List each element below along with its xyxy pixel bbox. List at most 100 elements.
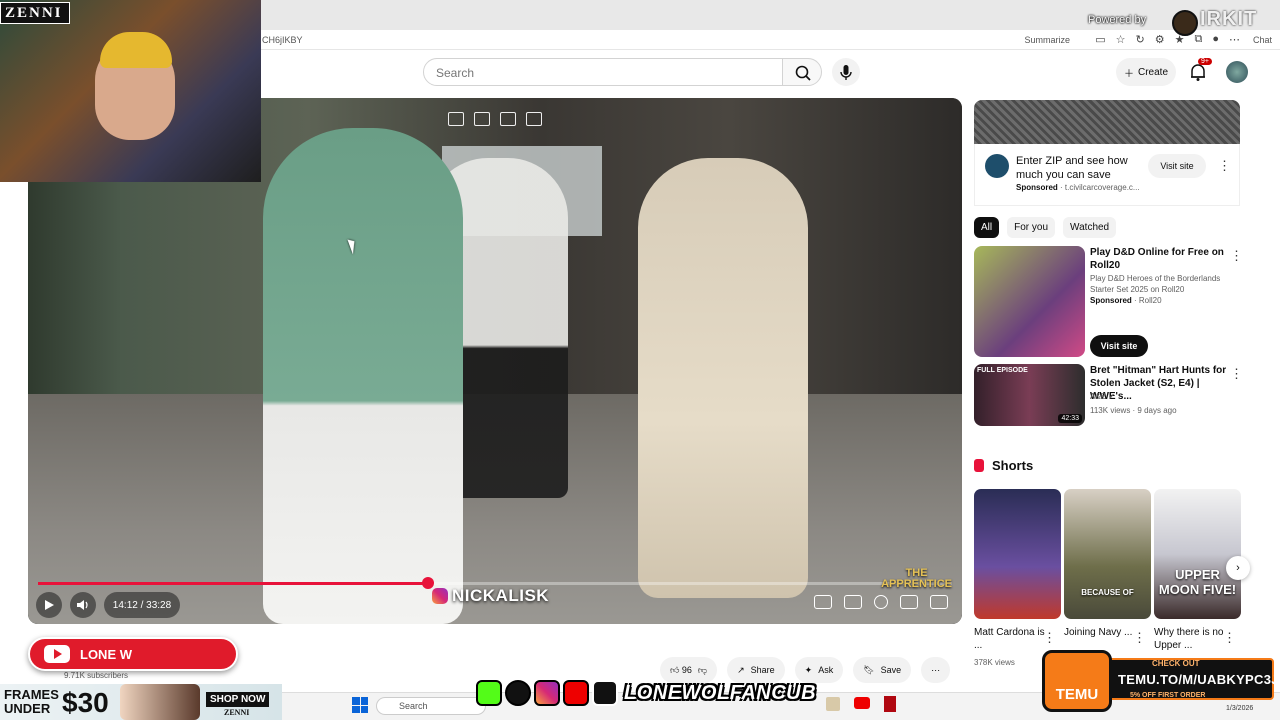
progress-fill bbox=[38, 582, 428, 585]
store-icon[interactable] bbox=[826, 697, 840, 711]
video-menu-icon[interactable]: ⋮ bbox=[1230, 248, 1243, 264]
profile-icon[interactable]: ● bbox=[1212, 33, 1219, 46]
miniplayer-icon[interactable] bbox=[448, 112, 464, 126]
translate-icon[interactable] bbox=[526, 112, 542, 126]
address-bar[interactable]: CH6jIKBY Summarize ▭ ☆ ↻ ⚙ ★ ⧉ ● ⋯ Chat bbox=[260, 30, 1280, 50]
short-thumbnail[interactable]: BECAUSE OF bbox=[1064, 489, 1151, 619]
search-icon bbox=[795, 65, 811, 81]
windows-start-icon[interactable] bbox=[352, 697, 368, 713]
ad-sponsored-label: Sponsored bbox=[1016, 183, 1058, 192]
chip-all[interactable]: All bbox=[974, 217, 1000, 238]
video-thumbnail[interactable] bbox=[974, 246, 1085, 357]
extensions-icon[interactable]: ⚙ bbox=[1155, 33, 1165, 46]
reader-icon[interactable]: ▭ bbox=[1095, 33, 1105, 46]
channel-name[interactable]: A&E ✔ bbox=[1090, 392, 1115, 401]
video-title[interactable]: Play D&D Online for Free on Roll20 bbox=[1090, 246, 1230, 272]
more-icon[interactable]: ⋯ bbox=[1229, 33, 1240, 46]
short-title[interactable]: Why there is no Upper ... bbox=[1154, 626, 1234, 652]
search-input[interactable]: Search bbox=[423, 58, 783, 86]
temu-checkout-label: CHECK OUT bbox=[1152, 659, 1200, 668]
notifications-button[interactable]: 9+ bbox=[1186, 58, 1212, 84]
short-menu-icon[interactable]: ⋮ bbox=[1133, 630, 1146, 646]
frames-under-text: FRAMES UNDER bbox=[4, 688, 59, 716]
save-label: Save bbox=[880, 665, 902, 675]
url-text[interactable]: CH6jIKBY bbox=[262, 35, 303, 45]
powered-by-text: Powered by bbox=[1088, 14, 1147, 26]
visit-site-button[interactable]: Visit site bbox=[1090, 335, 1148, 357]
channel-name[interactable]: Roll20 bbox=[1139, 296, 1162, 305]
ad-visit-site-button[interactable]: Visit site bbox=[1148, 154, 1206, 178]
video-meta: 113K views · 9 days ago bbox=[1090, 406, 1177, 415]
more-actions-button[interactable]: ⋯ bbox=[921, 657, 951, 683]
irkit-logo: IRKIT bbox=[1200, 8, 1258, 30]
temu-url: TEMU.TO/M/UABKYPC3J2P bbox=[1118, 672, 1280, 687]
video-menu-icon[interactable]: ⋮ bbox=[1230, 366, 1243, 382]
volume-icon bbox=[77, 600, 88, 610]
dislike-button[interactable]: 👎︎ bbox=[698, 665, 707, 676]
favorite-icon[interactable]: ☆ bbox=[1116, 33, 1126, 46]
sponsored-label: Sponsored bbox=[1090, 296, 1132, 305]
subscribe-overlay-text: LONE W bbox=[80, 646, 132, 662]
pip-icon[interactable] bbox=[474, 112, 490, 126]
create-label: Create bbox=[1137, 66, 1168, 78]
ad-menu-icon[interactable]: ⋮ bbox=[1218, 158, 1231, 174]
ad-headline[interactable]: Enter ZIP and see how much you can save bbox=[1016, 154, 1141, 182]
short-menu-icon[interactable]: ⋮ bbox=[1043, 630, 1056, 646]
streamer-webcam bbox=[0, 0, 261, 182]
short-thumbnail[interactable]: UPPER MOON FIVE! bbox=[1154, 489, 1241, 619]
copilot-chat-button[interactable]: Chat bbox=[1253, 35, 1272, 45]
notes-icon[interactable] bbox=[500, 112, 516, 126]
filter-chips: All For you Watched bbox=[974, 217, 1117, 238]
video-desc-text: Play D&D Heroes of the Borderlands Start… bbox=[1090, 274, 1221, 294]
sparkle-icon: ✦ bbox=[804, 664, 813, 675]
temu-offer: 5% OFF FIRST ORDER bbox=[1130, 692, 1206, 699]
share-icon: ↗ bbox=[737, 664, 745, 675]
video-person-cream-suit bbox=[638, 158, 808, 598]
social-handles-overlay: LONEWOLFANCUB bbox=[476, 680, 816, 706]
refresh-icon[interactable]: ↻ bbox=[1136, 33, 1145, 46]
save-button[interactable]: 🔖︎ Save bbox=[853, 657, 912, 683]
zenni-frames-ad: FRAMES UNDER $30 SHOP NOW ZENNI bbox=[0, 684, 282, 720]
video-thumbnail[interactable]: FULL EPISODE 42:33 bbox=[974, 364, 1085, 426]
short-menu-icon[interactable]: ⋮ bbox=[1223, 630, 1236, 646]
autoplay-toggle-icon[interactable] bbox=[814, 595, 832, 609]
search-button[interactable] bbox=[782, 58, 822, 86]
theater-mode-icon[interactable] bbox=[900, 595, 918, 609]
summarize-button[interactable]: Summarize bbox=[1024, 35, 1070, 45]
show-watermark: THE APPRENTICE bbox=[881, 567, 952, 590]
youtube-icon bbox=[563, 680, 589, 706]
like-button[interactable]: 👍︎ 96 bbox=[670, 665, 692, 676]
voice-search-button[interactable] bbox=[832, 58, 860, 86]
subscriber-count: 9.71K subscribers bbox=[64, 671, 129, 680]
collections-icon[interactable]: ⧉ bbox=[1194, 33, 1202, 46]
kick-icon bbox=[476, 680, 502, 706]
progress-bar[interactable] bbox=[38, 577, 952, 589]
short-title[interactable]: Matt Cardona is ... bbox=[974, 626, 1054, 652]
chip-for-you[interactable]: For you bbox=[1007, 217, 1056, 238]
captions-icon[interactable] bbox=[844, 595, 862, 609]
volume-button[interactable] bbox=[70, 592, 96, 618]
youtube-taskbar-icon[interactable] bbox=[854, 697, 870, 709]
short-caption: BECAUSE OF bbox=[1081, 588, 1134, 597]
temu-url-bar: CHECK OUT TEMU.TO/M/UABKYPC3J2P 5% OFF F… bbox=[1108, 658, 1280, 700]
create-button[interactable]: ＋ Create bbox=[1116, 58, 1176, 86]
netflix-icon[interactable] bbox=[884, 696, 896, 712]
ad-banner-image[interactable] bbox=[974, 100, 1240, 144]
settings-icon[interactable] bbox=[874, 595, 888, 609]
fullscreen-icon[interactable] bbox=[930, 595, 948, 609]
video-person-green-shirt bbox=[263, 128, 463, 624]
mascot-icon bbox=[1172, 10, 1198, 36]
short-thumbnail[interactable] bbox=[974, 489, 1061, 619]
shop-now-badge: SHOP NOW bbox=[206, 692, 270, 707]
overlay-handle-text: NICKALISK bbox=[452, 586, 550, 605]
video-description: Play D&D Heroes of the Borderlands Start… bbox=[1090, 273, 1230, 306]
chip-watched[interactable]: Watched bbox=[1063, 217, 1117, 238]
shorts-next-button[interactable]: › bbox=[1226, 556, 1250, 580]
account-avatar[interactable] bbox=[1226, 61, 1248, 83]
play-button[interactable] bbox=[36, 592, 62, 618]
share-label: Share bbox=[750, 665, 775, 675]
taskbar-search[interactable]: Search bbox=[376, 697, 486, 715]
instagram-icon bbox=[432, 588, 448, 604]
short-title[interactable]: Joining Navy ... bbox=[1064, 626, 1144, 639]
zenni-small-logo: ZENNI bbox=[224, 708, 250, 717]
